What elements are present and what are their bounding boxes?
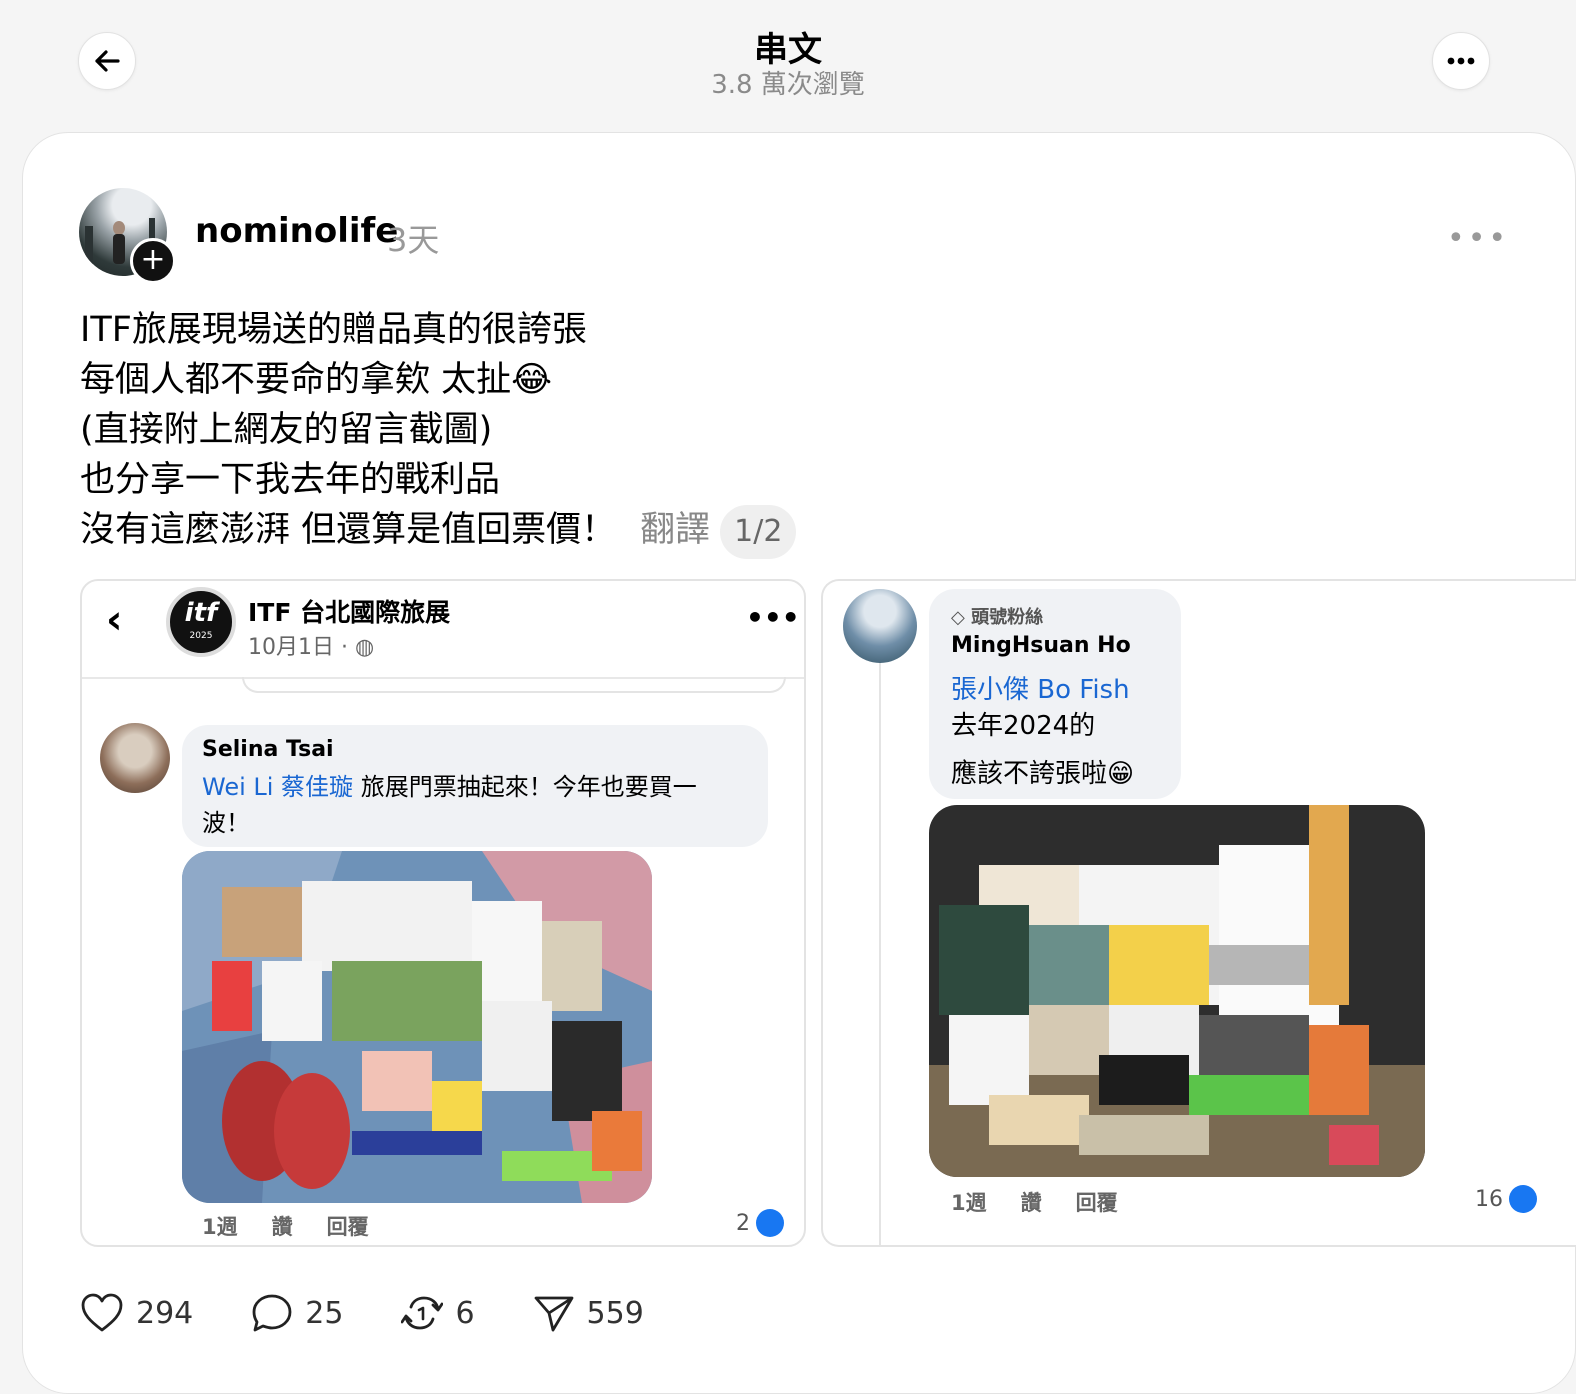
diamond-icon: ◇ — [951, 607, 965, 628]
comment-bubble: Selina Tsai Wei Li 蔡佳璇 旅展門票抽起來！今年也要買一 波！ — [182, 725, 768, 847]
globe-icon: ◍ — [354, 635, 375, 660]
comment-bubble-icon — [252, 1294, 292, 1332]
view-count: 3.8 萬次瀏覽 — [711, 70, 865, 100]
post-line: 也分享一下我去年的戰利品 — [80, 460, 501, 500]
share-count: 559 — [586, 1295, 644, 1331]
like-count: 294 — [136, 1295, 194, 1331]
post-line: ITF旅展現場送的贈品真的很誇張 — [80, 310, 587, 350]
comment-photo — [182, 851, 652, 1203]
reply-link: 回覆 — [326, 1215, 369, 1239]
post-actions: 294 25 6 559 — [80, 1283, 702, 1343]
comment-actions: 1週讚回覆 — [202, 1215, 369, 1239]
comment-photo — [929, 805, 1425, 1177]
author-username[interactable]: nominolife — [195, 211, 398, 251]
heart-icon — [81, 1293, 123, 1332]
image-2[interactable]: ◇ 頭號粉絲 MingHsuan Ho 張小傑 Bo Fish 去年2024的 … — [821, 579, 1576, 1247]
comment-actions: 1週讚回覆 — [951, 1191, 1118, 1215]
post-line: (直接附上網友的留言截圖) — [80, 410, 493, 450]
comment-button[interactable]: 25 — [251, 1293, 343, 1333]
post-line-last: 沒有這麼澎湃 但還算是值回票價！ 翻譯 1/2 — [80, 505, 797, 559]
image-1[interactable]: ‹ itf 2025 ITF 台北國際旅展 10月1日 · ◍ ••• Seli… — [80, 579, 806, 1247]
thumbs-up-icon — [1509, 1185, 1537, 1213]
fb-page-name: ITF 台北國際旅展 — [248, 598, 451, 627]
follow-plus-icon[interactable]: + — [130, 238, 176, 284]
previous-comment-edge — [242, 677, 786, 693]
more-options-button[interactable] — [1432, 32, 1490, 90]
post-more-icon[interactable]: ••• — [1447, 221, 1509, 256]
comment-likes: 16 — [1475, 1185, 1537, 1213]
post-line: 每個人都不要命的拿欸 太扯😂 — [80, 360, 553, 400]
commenter-name: Selina Tsai — [202, 737, 334, 762]
image-pager: 1/2 — [720, 505, 797, 559]
send-icon — [534, 1296, 573, 1332]
comment-count: 25 — [305, 1295, 344, 1331]
comment-mention: Wei Li 蔡佳璇 — [202, 773, 354, 801]
itf-logo: itf 2025 — [166, 587, 236, 657]
comment-likes: 2 — [736, 1209, 784, 1237]
fb-post-date: 10月1日 · ◍ — [248, 635, 375, 660]
comment-line: 去年2024的 — [951, 711, 1096, 741]
post-card: + nominolife 3天 ••• ITF旅展現場送的贈品真的很誇張 每個人… — [22, 132, 1576, 1394]
like-button[interactable]: 294 — [80, 1293, 193, 1333]
chevron-left-icon: ‹ — [106, 597, 123, 643]
thumbs-up-icon — [756, 1209, 784, 1237]
more-horizontal-icon: ••• — [746, 601, 800, 634]
comment-mention: 張小傑 Bo Fish — [951, 675, 1130, 705]
top-bar: 串文 3.8 萬次瀏覽 — [0, 0, 1576, 120]
comment-text: Wei Li 蔡佳璇 旅展門票抽起來！今年也要買一 波！ — [202, 773, 697, 837]
thread-line — [879, 661, 881, 1245]
post-line: 沒有這麼澎湃 但還算是值回票價！ — [80, 510, 617, 550]
commenter-avatar — [100, 723, 170, 793]
commenter-name: MingHsuan Ho — [951, 633, 1131, 658]
commenter-avatar — [843, 589, 917, 663]
comment-bubble: ◇ 頭號粉絲 MingHsuan Ho 張小傑 Bo Fish 去年2024的 … — [929, 589, 1181, 799]
more-horizontal-icon — [1447, 57, 1475, 65]
translate-link[interactable]: 翻譯 — [640, 510, 710, 550]
share-button[interactable]: 559 — [533, 1293, 644, 1333]
repost-icon — [401, 1296, 444, 1330]
comment-line: 應該不誇張啦😁 — [951, 759, 1135, 789]
reply-link: 回覆 — [1075, 1191, 1118, 1215]
fb-header: ‹ itf 2025 ITF 台北國際旅展 10月1日 · ◍ ••• — [82, 581, 804, 679]
top-fan-badge: ◇ 頭號粉絲 — [951, 607, 1044, 628]
repost-button[interactable]: 6 — [401, 1293, 475, 1333]
repost-count: 6 — [455, 1295, 475, 1331]
like-link: 讚 — [271, 1215, 293, 1239]
post-body: ITF旅展現場送的贈品真的很誇張 每個人都不要命的拿欸 太扯😂 (直接附上網友的… — [80, 305, 797, 559]
like-link: 讚 — [1020, 1191, 1042, 1215]
post-time: 3天 — [387, 221, 440, 259]
